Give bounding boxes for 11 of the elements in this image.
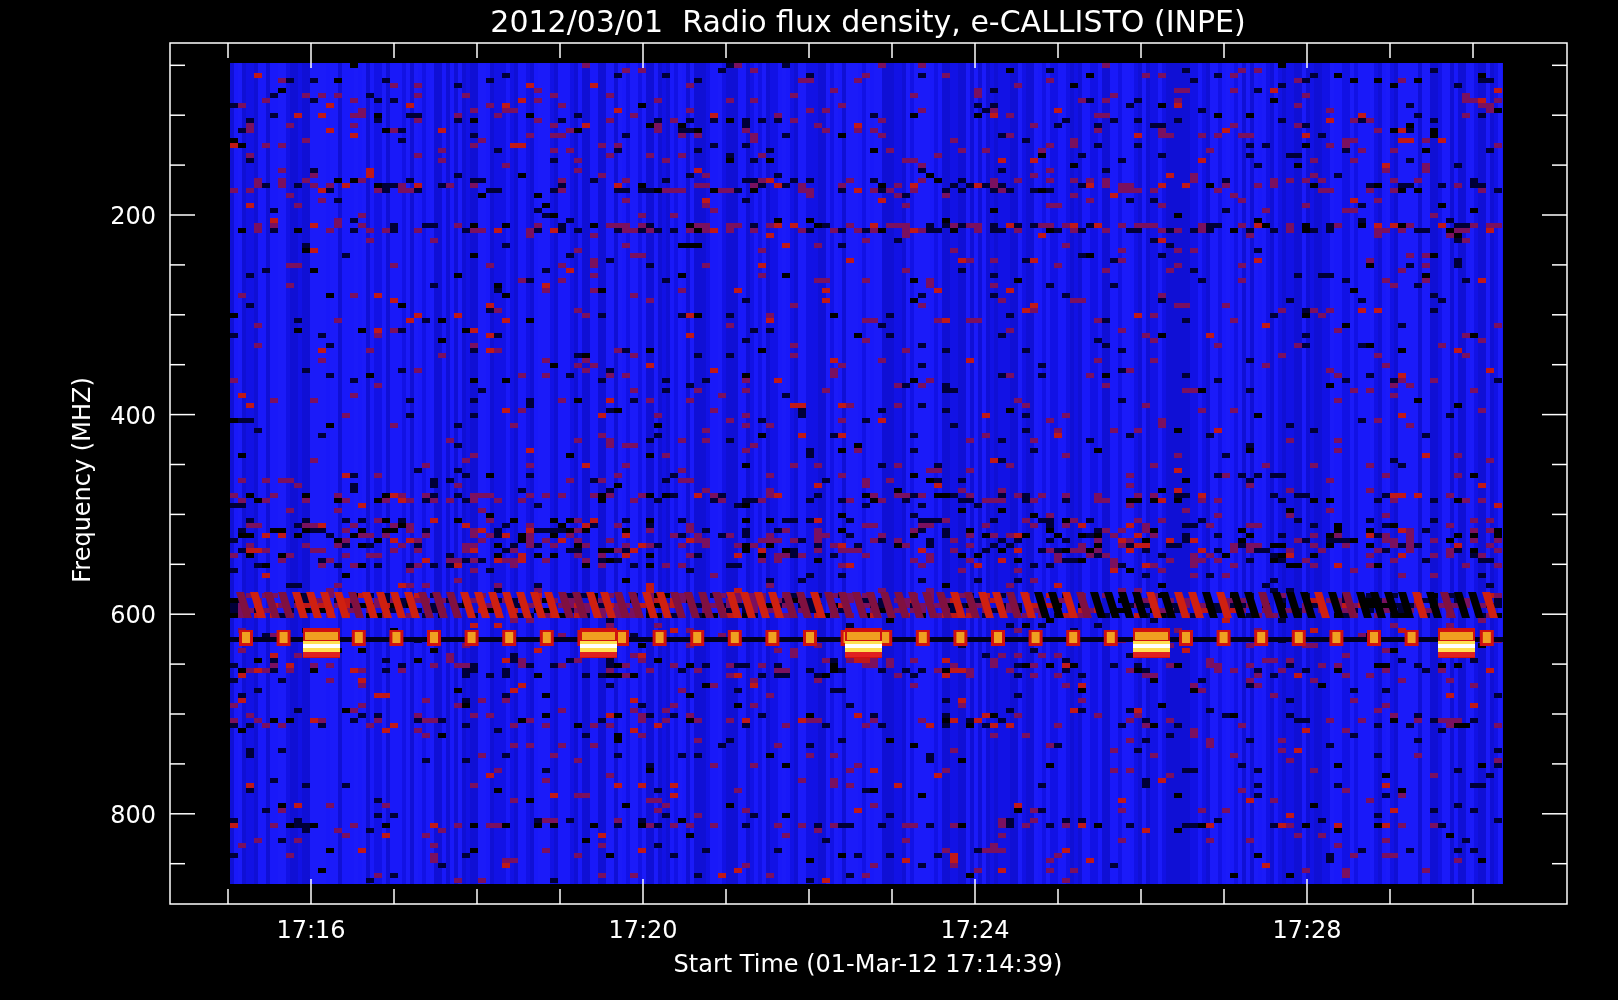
tick-label: 400 <box>110 401 156 430</box>
tick-label: 600 <box>110 601 156 630</box>
tick-label: 17:28 <box>1272 916 1342 944</box>
tick-label: 17:16 <box>276 916 346 944</box>
tick-label: 17:24 <box>940 916 1010 944</box>
axis-label: Start Time (01-Mar-12 17:14:39) <box>673 950 1063 978</box>
tick-label: 800 <box>110 800 156 829</box>
tick-label: 17:20 <box>608 916 678 944</box>
chart-title: 2012/03/01 Radio flux density, e-CALLISTO (INPE) <box>490 4 1246 39</box>
axis-label: Frequency (MHZ) <box>68 377 96 583</box>
tick-label: 200 <box>110 202 156 230</box>
